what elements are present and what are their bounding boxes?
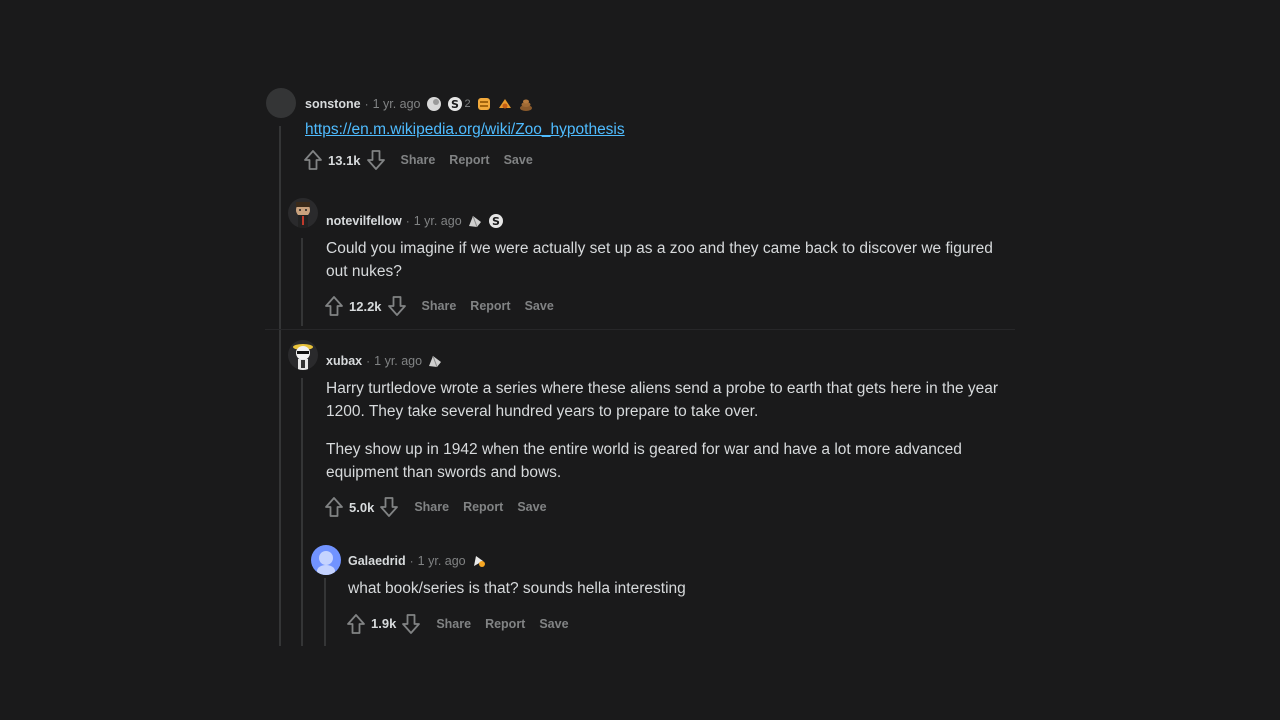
comment-notevilfellow: notevilfellow · 1 yr. ago S Could you im… [323,209,1016,320]
comment-paragraph: Harry turtledove wrote a series where th… [326,380,999,420]
timestamp[interactable]: 1 yr. ago [418,554,466,568]
downvote-icon[interactable] [400,612,422,636]
award-count: 2 [464,98,471,110]
timestamp[interactable]: 1 yr. ago [414,214,462,228]
comment-body: Could you imagine if we were actually se… [326,238,1016,283]
comment-actions: 1.9k Share Report Save [345,610,1018,638]
report-button[interactable]: Report [485,617,525,631]
avatar[interactable] [266,88,296,118]
svg-text:S: S [451,98,459,111]
comment-actions: 13.1k Share Report Save [302,146,1025,174]
comment-paragraph: what book/series is that? sounds hella i… [348,580,686,597]
save-button[interactable]: Save [517,500,546,514]
awards[interactable]: S 2 [426,96,534,112]
avatar[interactable] [288,198,318,228]
author-name[interactable]: sonstone [305,97,361,111]
comment-header: Galaedrid · 1 yr. ago [348,549,1018,573]
silver-award-icon [426,96,442,112]
timestamp[interactable]: 1 yr. ago [373,97,421,111]
author-name[interactable]: Galaedrid [348,554,406,568]
report-button[interactable]: Report [449,153,489,167]
report-button[interactable]: Report [463,500,503,514]
comment-body: what book/series is that? sounds hella i… [348,578,1018,601]
silver-award-icon [427,353,443,369]
comment-sonstone: sonstone · 1 yr. ago S 2 https://en.m.wi… [302,92,1025,174]
awards[interactable] [427,353,443,369]
comment-header: notevilfellow · 1 yr. ago S [326,209,1016,233]
comment-header: sonstone · 1 yr. ago S 2 [305,92,1025,116]
comment-thread: sonstone · 1 yr. ago S 2 https://en.m.wi… [0,0,1280,720]
vote-score: 1.9k [371,616,397,631]
separator-dot: · [366,354,371,368]
poop-award-icon [518,96,534,112]
bravo-award-icon [471,553,487,569]
wholesome-award-icon [497,96,513,112]
author-name[interactable]: xubax [326,354,362,368]
avatar[interactable] [311,545,341,575]
comment-xubax: xubax · 1 yr. ago Harry turtledove wrote… [323,349,1016,521]
helpful-award-icon: S [488,213,504,229]
vote-score: 12.2k [349,298,382,314]
comment-paragraph: They show up in 1942 when the entire wor… [326,441,962,481]
share-button[interactable]: Share [436,617,471,631]
comment-separator [265,329,1015,330]
upvote-icon[interactable] [345,612,367,636]
separator-dot: · [409,554,414,568]
downvote-icon[interactable] [386,294,408,318]
separator-dot: · [405,214,410,228]
svg-text:S: S [492,215,500,228]
silver-award-icon [467,213,483,229]
timestamp[interactable]: 1 yr. ago [374,354,422,368]
author-name[interactable]: notevilfellow [326,214,402,228]
comment-body: Harry turtledove wrote a series where th… [326,378,1016,484]
comment-actions: 5.0k Share Report Save [323,493,1016,521]
share-button[interactable]: Share [414,500,449,514]
downvote-icon[interactable] [365,148,387,172]
comment-body: https://en.m.wikipedia.org/wiki/Zoo_hypo… [305,121,1025,139]
separator-dot: · [364,97,369,111]
upvote-icon[interactable] [302,148,324,172]
share-button[interactable]: Share [422,299,457,313]
comment-paragraph: Could you imagine if we were actually se… [326,240,993,280]
thread-line-galaedrid[interactable] [324,578,326,646]
comment-actions: 12.2k Share Report Save [323,292,1016,320]
awards[interactable]: S [467,213,504,229]
thread-line-sonstone[interactable] [279,126,281,646]
awards[interactable] [471,553,487,569]
gold-award-icon [476,96,492,112]
upvote-icon[interactable] [323,294,345,318]
thread-line-xubax[interactable] [301,378,303,646]
save-button[interactable]: Save [504,153,533,167]
comment-galaedrid: Galaedrid · 1 yr. ago what book/series i… [345,549,1018,638]
share-button[interactable]: Share [401,153,436,167]
comment-header: xubax · 1 yr. ago [326,349,1016,373]
upvote-icon[interactable] [323,495,345,519]
avatar[interactable] [288,340,318,370]
report-button[interactable]: Report [470,299,510,313]
downvote-icon[interactable] [378,495,400,519]
vote-score: 13.1k [328,152,361,168]
save-button[interactable]: Save [539,617,568,631]
save-button[interactable]: Save [525,299,554,313]
comment-link[interactable]: https://en.m.wikipedia.org/wiki/Zoo_hypo… [305,121,625,138]
vote-score: 5.0k [349,499,375,515]
helpful-award-icon: S [447,96,463,112]
thread-line-notevilfellow[interactable] [301,238,303,326]
